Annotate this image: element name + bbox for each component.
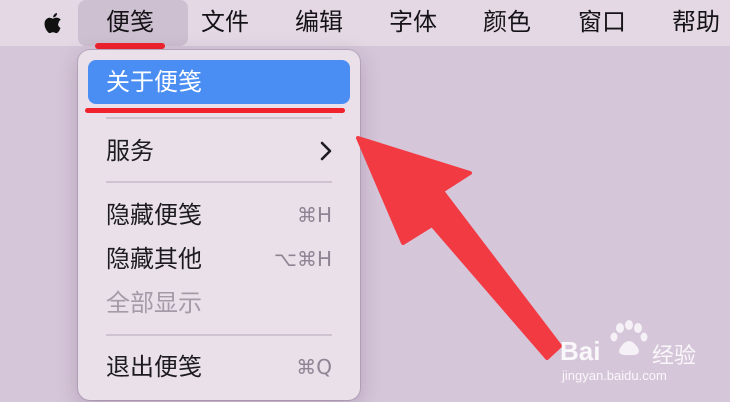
watermark-brand-suffix: 经验 [652,344,697,369]
baidu-watermark: Bai 经验 jingyan.baidu.com [560,318,710,386]
watermark-brand: Bai [560,336,601,366]
watermark-url: jingyan.baidu.com [562,368,667,383]
